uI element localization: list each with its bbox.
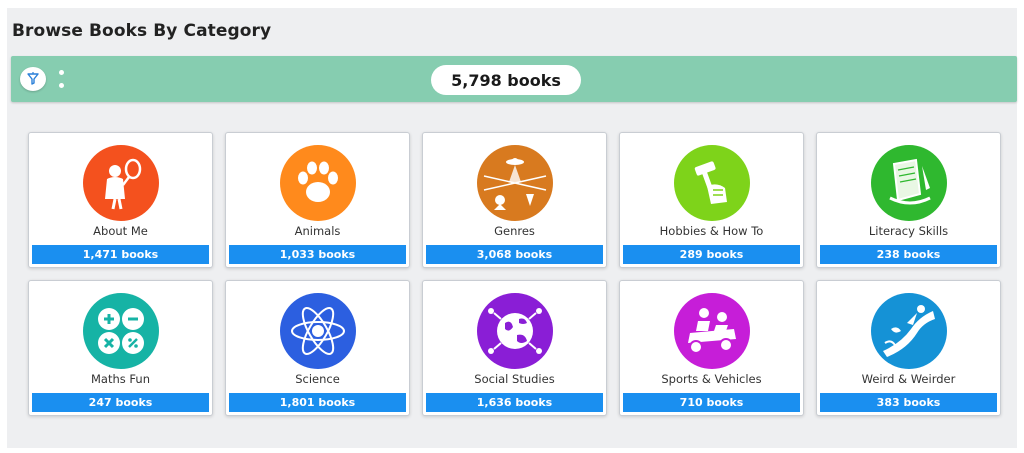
category-count-badge: 1,636 books <box>426 393 603 412</box>
category-label: About Me <box>93 224 148 238</box>
category-label: Social Studies <box>474 372 555 386</box>
category-label: Maths Fun <box>91 372 150 386</box>
go-kart-icon <box>673 293 750 369</box>
water-slide-icon <box>870 293 947 369</box>
category-card-genres[interactable]: Genres 3,068 books <box>422 132 607 268</box>
hammer-hand-icon <box>673 145 750 221</box>
category-label: Animals <box>294 224 341 238</box>
paw-print-icon <box>279 145 356 221</box>
total-books-count: 5,798 books <box>431 65 581 95</box>
category-label: Hobbies & How To <box>659 224 764 238</box>
category-card-weird[interactable]: Weird & Weirder 383 books <box>816 280 1001 416</box>
category-count-badge: 1,801 books <box>229 393 406 412</box>
atom-icon <box>279 293 356 369</box>
category-label: Weird & Weirder <box>861 372 956 386</box>
category-count-badge: 710 books <box>623 393 800 412</box>
category-count-badge: 247 books <box>32 393 209 412</box>
category-count-badge: 289 books <box>623 245 800 264</box>
category-card-sports[interactable]: Sports & Vehicles 710 books <box>619 280 804 416</box>
category-card-social-studies[interactable]: Social Studies 1,636 books <box>422 280 607 416</box>
category-count-badge: 238 books <box>820 245 997 264</box>
genres-collage-icon <box>476 145 553 221</box>
globe-people-icon <box>476 293 553 369</box>
category-label: Literacy Skills <box>868 224 949 238</box>
category-count-badge: 1,471 books <box>32 245 209 264</box>
category-card-animals[interactable]: Animals 1,033 books <box>225 132 410 268</box>
category-count-badge: 3,068 books <box>426 245 603 264</box>
page-title: Browse Books By Category <box>12 21 272 41</box>
math-operators-icon <box>82 293 159 369</box>
category-label: Science <box>295 372 340 386</box>
filter-button[interactable] <box>20 67 46 91</box>
category-count-badge: 1,033 books <box>229 245 406 264</box>
person-mirror-icon <box>82 145 159 221</box>
filter-funnel-icon <box>27 72 39 85</box>
category-card-about-me[interactable]: About Me 1,471 books <box>28 132 213 268</box>
category-card-literacy[interactable]: Literacy Skills 238 books <box>816 132 1001 268</box>
category-label: Sports & Vehicles <box>661 372 762 386</box>
category-card-maths[interactable]: Maths Fun 247 books <box>28 280 213 416</box>
category-card-hobbies[interactable]: Hobbies & How To 289 books <box>619 132 804 268</box>
category-card-science[interactable]: Science 1,801 books <box>225 280 410 416</box>
category-label: Genres <box>494 224 535 238</box>
category-count-badge: 383 books <box>820 393 997 412</box>
scroll-quill-icon <box>870 145 947 221</box>
more-options-icon[interactable] <box>58 70 64 88</box>
